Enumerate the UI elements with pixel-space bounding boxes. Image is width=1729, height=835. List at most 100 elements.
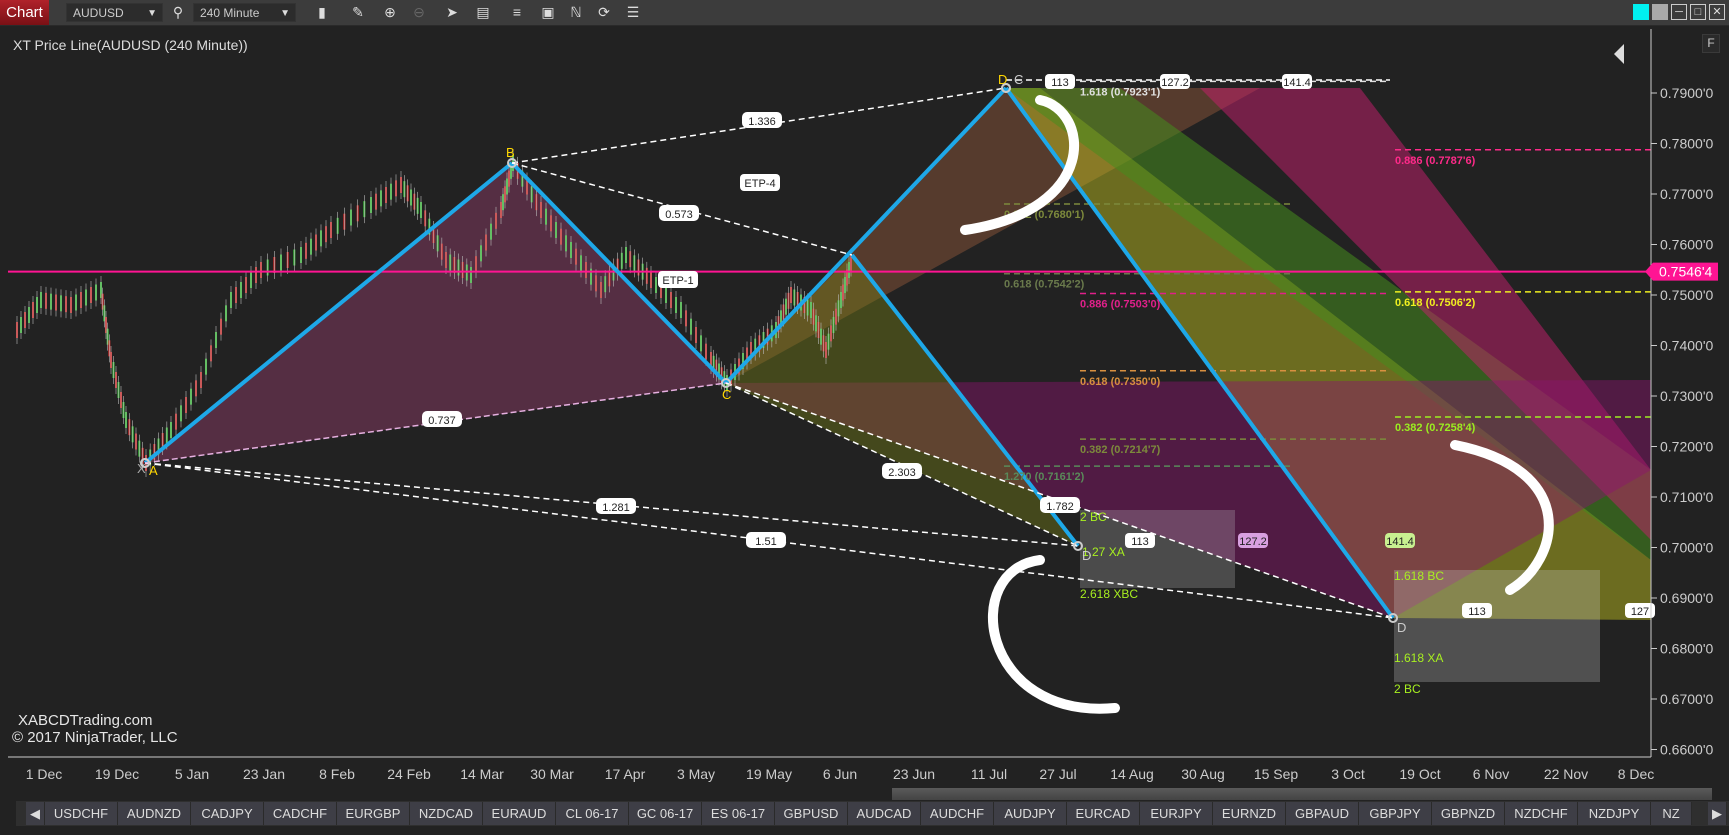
x-tick-label: 19 May bbox=[746, 766, 792, 782]
etp-tag: ETP-1 bbox=[662, 275, 693, 287]
f-button[interactable]: F bbox=[1702, 34, 1720, 53]
x-tick-label: 27 Jul bbox=[1039, 766, 1076, 782]
y-tick-label: 0.7200'0 bbox=[1660, 439, 1713, 455]
fib-level-label: 0.618 (0.7542'2) bbox=[1004, 279, 1085, 291]
pattern-point-label: C bbox=[722, 387, 731, 402]
instrument-tab[interactable]: GBPNZD bbox=[1432, 802, 1505, 825]
x-tick-label: 3 Oct bbox=[1331, 766, 1365, 782]
instrument-tab[interactable]: NZDCHF bbox=[1505, 802, 1578, 825]
pattern-point-label: D bbox=[1082, 548, 1091, 563]
pattern-point-label: A bbox=[149, 463, 158, 478]
ratio-tag: 1.336 bbox=[748, 116, 776, 128]
y-tick-label: 0.7000'0 bbox=[1660, 540, 1713, 556]
pattern-fills bbox=[145, 88, 1651, 682]
fib-level-label: 0.382 (0.7214'7) bbox=[1080, 444, 1161, 456]
x-tick-label: 23 Jun bbox=[893, 766, 935, 782]
instrument-tab[interactable]: AUDNZD bbox=[118, 802, 191, 825]
chart-title: XT Price Line(AUDUSD (240 Minute)) bbox=[13, 37, 248, 53]
prz-label: 2.618 XBC bbox=[1080, 587, 1138, 601]
x-tick-label: 11 Jul bbox=[971, 766, 1007, 782]
horizontal-scrollbar[interactable] bbox=[892, 788, 1712, 800]
y-tick-label: 0.7800'0 bbox=[1660, 136, 1713, 152]
y-tick-label: 0.6600'0 bbox=[1660, 742, 1713, 758]
instrument-tab[interactable]: AUDJPY bbox=[994, 802, 1067, 825]
ext-tag: 113 bbox=[1051, 77, 1069, 89]
instrument-tab[interactable]: EURNZD bbox=[1213, 802, 1286, 825]
instrument-tab[interactable]: CL 06-17 bbox=[556, 802, 629, 825]
instrument-tab[interactable]: NZ bbox=[1651, 802, 1692, 825]
x-tick-label: 3 May bbox=[677, 766, 715, 782]
instrument-tab[interactable]: EURGBP bbox=[337, 802, 410, 825]
watermark-copyright: © 2017 NinjaTrader, LLC bbox=[12, 729, 178, 746]
fib-level-label: 0.618 (0.7350'0) bbox=[1080, 376, 1161, 388]
instrument-tab[interactable]: EURJPY bbox=[1140, 802, 1213, 825]
instrument-tab[interactable]: GBPJPY bbox=[1359, 802, 1432, 825]
ext-tag: 113 bbox=[1131, 536, 1149, 548]
instrument-tab[interactable]: GBPUSD bbox=[775, 802, 848, 825]
x-tick-label: 17 Apr bbox=[605, 766, 646, 782]
watermark-site: XABCDTrading.com bbox=[18, 712, 153, 729]
chart-svg: 1.618 (0.7923'1) 0.886 (0.7787'6) 0.382 (0… bbox=[8, 29, 1718, 782]
x-tick-label: 6 Jun bbox=[823, 766, 857, 782]
x-tick-label: 15 Sep bbox=[1254, 766, 1299, 782]
fib-level-label: 1.270 (0.7161'2) bbox=[1004, 471, 1085, 483]
y-tick-label: 0.7700'0 bbox=[1660, 186, 1713, 202]
ext-tag: 127 bbox=[1631, 606, 1649, 618]
x-tick-label: 23 Jan bbox=[243, 766, 285, 782]
y-tick-label: 0.7500'0 bbox=[1660, 287, 1713, 303]
y-tick-label: 0.7400'0 bbox=[1660, 338, 1713, 354]
x-tick-label: 8 Feb bbox=[319, 766, 355, 782]
instrument-tab[interactable]: NZDCAD bbox=[410, 802, 483, 825]
instrument-tab[interactable]: EURAUD bbox=[483, 802, 556, 825]
y-tick-label: 0.7600'0 bbox=[1660, 237, 1713, 253]
instrument-tab[interactable]: GBPAUD bbox=[1286, 802, 1359, 825]
instrument-tab[interactable]: ES 06-17 bbox=[702, 802, 775, 825]
instrument-tab[interactable]: CADJPY bbox=[191, 802, 264, 825]
ratio-tag: 1.782 bbox=[1046, 501, 1074, 513]
instrument-tab[interactable]: GC 06-17 bbox=[629, 802, 702, 825]
instrument-tab[interactable]: NZDJPY bbox=[1578, 802, 1651, 825]
fib-level-label: 0.886 (0.7503'0) bbox=[1080, 298, 1161, 310]
etp-tag: ETP-4 bbox=[744, 178, 775, 190]
pattern-point-label: C bbox=[1014, 72, 1023, 87]
ratio-tag: 0.573 bbox=[665, 209, 693, 221]
ext-tag: 141.4 bbox=[1283, 77, 1311, 89]
ext-tag: 113 bbox=[1468, 606, 1486, 618]
prz-label: 1.618 BC bbox=[1394, 569, 1444, 583]
ext-tag: 127.2 bbox=[1161, 77, 1189, 89]
x-tick-label: 8 Dec bbox=[1618, 766, 1655, 782]
y-tick-label: 0.7100'0 bbox=[1660, 489, 1713, 505]
x-tick-label: 5 Jan bbox=[175, 766, 209, 782]
ext-tag: 127.2 bbox=[1239, 536, 1267, 548]
x-tick-label: 22 Nov bbox=[1544, 766, 1588, 782]
prz-label: 2 BC bbox=[1080, 510, 1107, 524]
x-tick-label: 30 Aug bbox=[1181, 766, 1225, 782]
fib-level-label: 0.886 (0.7787'6) bbox=[1395, 155, 1476, 167]
tab-scroll-left-icon[interactable]: ◀ bbox=[26, 802, 45, 825]
instrument-tab[interactable]: AUDCHF bbox=[921, 802, 994, 825]
y-tick-label: 0.6900'0 bbox=[1660, 590, 1713, 606]
jump-to-end-icon bbox=[1614, 44, 1624, 64]
x-tick-label: 19 Oct bbox=[1399, 766, 1440, 782]
prz-label: 1.618 XA bbox=[1394, 651, 1443, 665]
x-tick-label: 19 Dec bbox=[95, 766, 139, 782]
instrument-tab[interactable]: AUDCAD bbox=[848, 802, 921, 825]
instrument-tab[interactable]: CADCHF bbox=[264, 802, 337, 825]
instrument-tab[interactable]: EURCAD bbox=[1067, 802, 1140, 825]
fib-level-label: 0.382 (0.7258'4) bbox=[1395, 422, 1476, 434]
ratio-tag: 0.737 bbox=[428, 415, 456, 427]
ratio-tag: 1.51 bbox=[755, 536, 776, 548]
x-tick-label: 14 Aug bbox=[1110, 766, 1154, 782]
current-price-label: 0.7546'4 bbox=[1659, 264, 1712, 280]
fib-level-label: 1.618 (0.7923'1) bbox=[1080, 86, 1161, 98]
prz-label: 2 BC bbox=[1394, 682, 1421, 696]
y-tick-label: 0.6700'0 bbox=[1660, 691, 1713, 707]
tab-scroll-right-icon[interactable]: ▶ bbox=[1708, 802, 1727, 825]
ratio-tag: 1.281 bbox=[602, 502, 630, 514]
pattern-point-label: B bbox=[506, 145, 515, 160]
ratio-tag: 2.303 bbox=[888, 467, 916, 479]
instrument-tab[interactable]: USDCHF bbox=[45, 802, 118, 825]
prz-box-2 bbox=[1394, 570, 1600, 682]
x-tick-label: 1 Dec bbox=[26, 766, 63, 782]
fib-level-label: 0.618 (0.7506'2) bbox=[1395, 297, 1476, 309]
